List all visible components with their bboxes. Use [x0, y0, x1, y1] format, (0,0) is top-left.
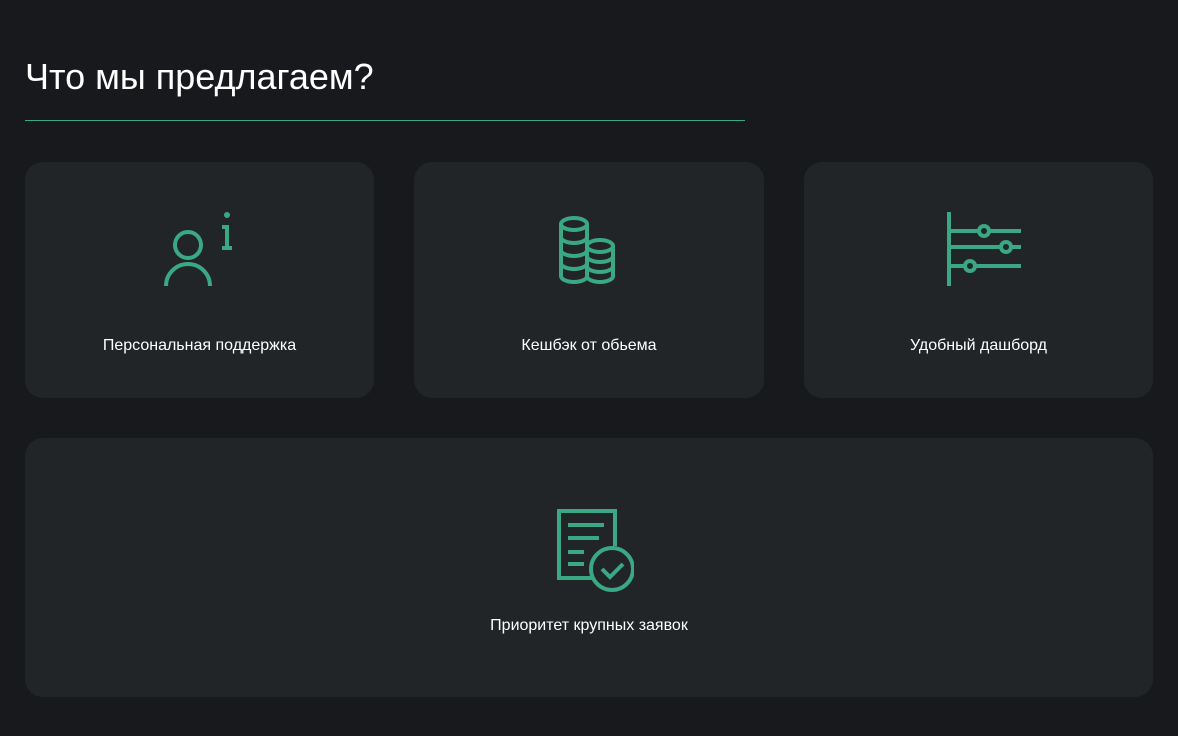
card-priority-requests[interactable]: Приоритет крупных заявок — [25, 438, 1153, 697]
section-title: Что мы предлагаем? — [25, 56, 374, 97]
card-label: Приоритет крупных заявок — [490, 617, 688, 634]
document-check-icon — [544, 508, 635, 598]
title-divider — [25, 120, 745, 121]
card-personal-support[interactable]: Персональная поддержка — [25, 162, 374, 398]
page: Что мы предлагаем? Персональная поддержк… — [0, 0, 1178, 736]
card-volume-cashback[interactable]: Кешбэк от обьема — [414, 162, 764, 398]
card-label: Персональная поддержка — [102, 337, 297, 354]
card-label: Удобный дашборд — [909, 337, 1048, 354]
dashboard-sliders-icon — [934, 210, 1024, 290]
user-info-icon — [155, 210, 245, 290]
coins-stack-icon — [544, 210, 634, 290]
card-dashboard[interactable]: Удобный дашборд — [804, 162, 1153, 398]
card-label: Кешбэк от обьема — [521, 337, 657, 354]
